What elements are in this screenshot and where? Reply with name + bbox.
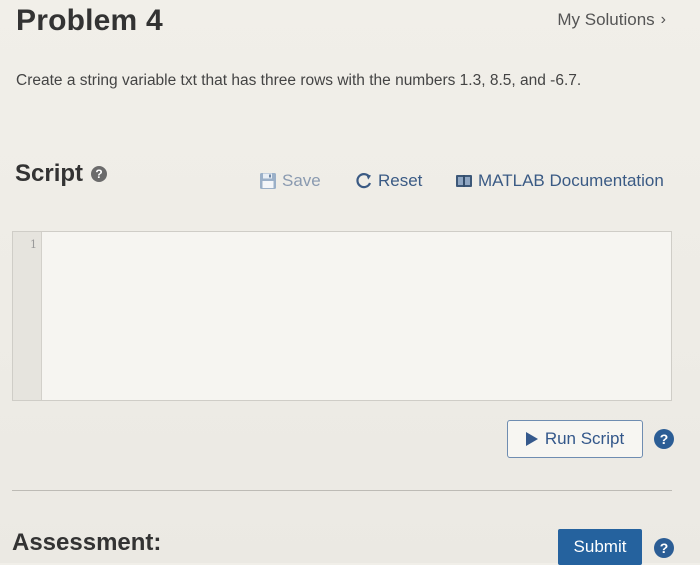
save-label: Save <box>282 171 321 190</box>
run-help-icon[interactable]: ? <box>654 429 674 449</box>
submit-button[interactable]: Submit <box>558 529 642 565</box>
documentation-label: MATLAB Documentation <box>478 171 664 190</box>
problem-description: Create a string variable txt that has th… <box>16 72 582 89</box>
my-solutions-link[interactable]: My Solutions › <box>557 10 666 30</box>
submit-help-icon[interactable]: ? <box>654 538 674 558</box>
reset-icon <box>356 173 372 189</box>
matlab-documentation-link[interactable]: MATLAB Documentation <box>455 171 664 191</box>
submit-label: Submit <box>573 537 627 556</box>
run-script-label: Run Script <box>544 429 625 448</box>
script-editor[interactable]: 1 <box>12 231 672 401</box>
reset-button[interactable]: Reset <box>355 171 422 191</box>
question-circle-icon[interactable]: ? <box>91 166 108 182</box>
page-title: Problem 4 <box>16 4 163 37</box>
run-script-button[interactable]: Run Script <box>507 420 643 458</box>
book-icon <box>456 175 472 187</box>
my-solutions-label: My Solutions <box>557 10 655 29</box>
line-number-gutter: 1 <box>13 232 42 400</box>
line-number: 1 <box>30 238 37 251</box>
assessment-heading: Assessment: <box>12 529 162 556</box>
script-heading: Script ? <box>15 160 108 188</box>
script-heading-label: Script <box>15 160 84 187</box>
play-icon <box>525 432 538 446</box>
chevron-right-icon: › <box>660 11 666 28</box>
section-divider <box>12 490 672 491</box>
code-input[interactable] <box>43 232 671 400</box>
save-button[interactable]: Save <box>259 171 321 191</box>
reset-label: Reset <box>378 171 423 190</box>
floppy-disk-icon <box>260 173 276 189</box>
